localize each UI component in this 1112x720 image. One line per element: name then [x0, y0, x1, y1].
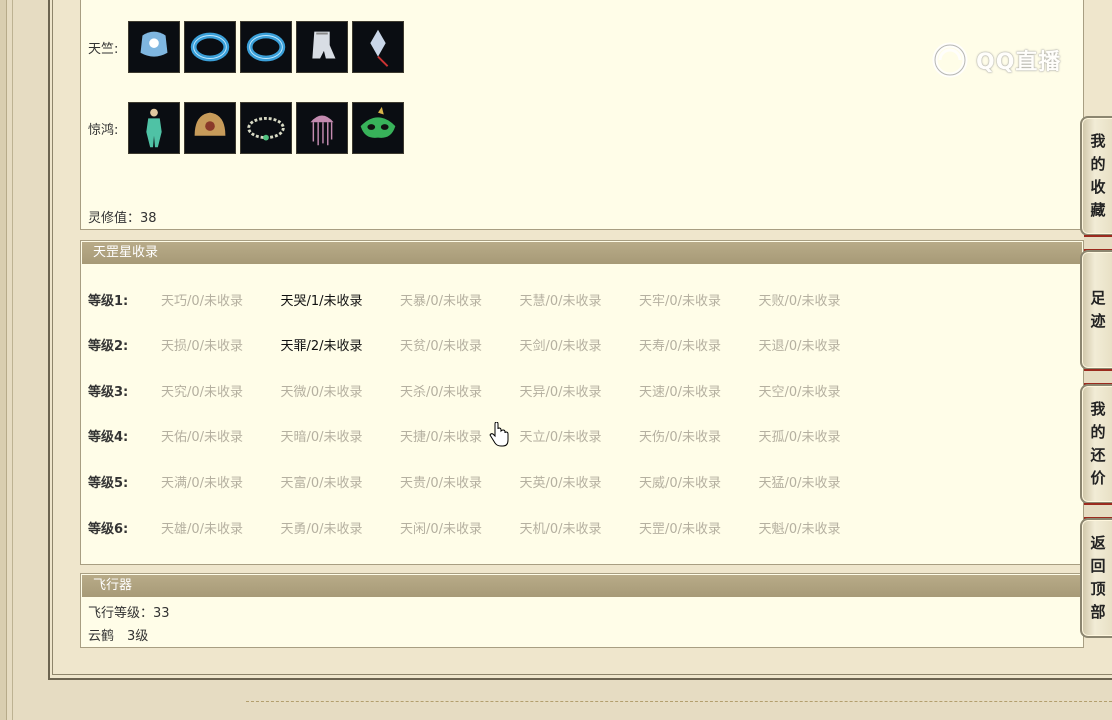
star-entry: 天孤/0/未收录	[758, 430, 841, 446]
side-button-char: 我	[1090, 400, 1106, 418]
side-separator	[1084, 503, 1112, 519]
footprint-button[interactable]: 足迹	[1080, 250, 1112, 370]
qq-live-logo-icon	[932, 42, 968, 78]
side-button-char: 顶	[1090, 580, 1106, 598]
pendant-icon[interactable]	[352, 21, 404, 73]
bracelet-icon[interactable]	[184, 21, 236, 73]
figure-icon[interactable]	[128, 102, 180, 154]
side-button-char: 的	[1090, 423, 1106, 441]
page-left-rule	[12, 0, 13, 720]
grade-row: 等级6: 天雄/0/未收录 天勇/0/未收录 天闲/0/未收录 天机/0/未收录 天罡/0…	[88, 517, 878, 537]
star-entry: 天剑/0/未收录	[519, 339, 602, 355]
star-entry: 天勇/0/未收录	[280, 521, 363, 537]
side-button-char: 返	[1090, 534, 1106, 552]
equipment-row-label: 天竺:	[88, 41, 119, 57]
side-button-char: 的	[1090, 155, 1106, 173]
star-entry: 天杀/0/未收录	[400, 384, 483, 400]
glove-icon[interactable]	[296, 21, 348, 73]
star-entry: 天闲/0/未收录	[400, 521, 483, 537]
star-entry: 天雄/0/未收录	[161, 521, 244, 537]
favorites-button[interactable]: 我的收藏	[1080, 116, 1112, 236]
side-button-char: 我	[1090, 132, 1106, 150]
star-entry: 天立/0/未收录	[519, 430, 602, 446]
side-button-char: 迹	[1090, 312, 1106, 330]
star-entry: 天伤/0/未收录	[639, 430, 722, 446]
star-entry: 天罡/0/未收录	[639, 521, 722, 537]
star-entry: 天损/0/未收录	[161, 339, 244, 355]
flyer-header: 飞行器	[82, 575, 1082, 597]
equipment-panel: 天竺: 惊鸿: 灵修值：38	[80, 0, 1084, 230]
star-entry: 天空/0/未收录	[758, 384, 841, 400]
side-separator	[1084, 235, 1112, 251]
equipment-row: 惊鸿:	[88, 102, 404, 154]
jellyfish-icon[interactable]	[296, 102, 348, 154]
grade-row: 等级3: 天究/0/未收录 天微/0/未收录 天杀/0/未收录 天异/0/未收录 天速/0…	[88, 380, 878, 400]
live-watermark: QQ直播	[930, 40, 1061, 80]
side-button-char: 还	[1090, 446, 1106, 464]
equipment-row: 天竺:	[88, 21, 404, 73]
grade-label: 等级1:	[88, 293, 129, 309]
side-separator	[1084, 369, 1112, 385]
star-entry: 天寿/0/未收录	[639, 339, 722, 355]
star-entry: 天慧/0/未收录	[519, 293, 602, 309]
lingxiu-label: 灵修值：	[88, 211, 141, 226]
grade-label: 等级3:	[88, 384, 129, 400]
side-button-char: 部	[1090, 603, 1106, 621]
bracelet-icon[interactable]	[240, 21, 292, 73]
page-left-border	[0, 0, 7, 720]
star-entry: 天贵/0/未收录	[400, 475, 483, 491]
star-entry: 天满/0/未收录	[161, 475, 244, 491]
my-bargain-button[interactable]: 我的还价	[1080, 384, 1112, 504]
side-button-char: 藏	[1090, 201, 1106, 219]
grade-row: 等级5: 天满/0/未收录 天富/0/未收录 天贵/0/未收录 天英/0/未收录 天威/0…	[88, 471, 878, 491]
star-entry: 天富/0/未收录	[280, 475, 363, 491]
helmet-icon[interactable]	[184, 102, 236, 154]
star-entry: 天罪/2/未收录	[280, 339, 363, 355]
star-entry: 天暴/0/未收录	[400, 293, 483, 309]
star-entry: 天机/0/未收录	[519, 521, 602, 537]
lingxiu-value: 38	[140, 211, 157, 226]
star-entry: 天威/0/未收录	[639, 475, 722, 491]
star-entry: 天异/0/未收录	[519, 384, 602, 400]
side-button-char: 足	[1090, 289, 1106, 307]
watermark-text: QQ直播	[976, 50, 1062, 75]
grade-label: 等级4:	[88, 430, 129, 446]
side-button-char: 价	[1090, 469, 1106, 487]
side-button-char: 收	[1090, 178, 1106, 196]
tiangang-panel: 天罡星收录 等级1: 天巧/0/未收录 天哭/1/未收录 天暴/0/未收录 天慧/0/未…	[80, 240, 1084, 565]
flyer-panel: 飞行器 飞行等级：33 云鹤 3级	[80, 573, 1084, 648]
flyer-mount: 云鹤 3级	[88, 629, 149, 644]
equipment-row-label: 惊鸿:	[88, 122, 119, 138]
star-entry: 天哭/1/未收录	[280, 293, 363, 309]
grade-label: 等级6:	[88, 521, 129, 537]
grade-label: 等级5:	[88, 475, 129, 491]
star-entry: 天微/0/未收录	[280, 384, 363, 400]
flyer-level: 飞行等级：33	[88, 606, 170, 621]
grade-row: 等级4: 天佑/0/未收录 天暗/0/未收录 天捷/0/未收录 天立/0/未收录 天伤/0…	[88, 426, 878, 446]
hand-cursor-icon	[489, 422, 509, 447]
footer-dotted-rule	[246, 701, 1112, 702]
grade-row: 等级1: 天巧/0/未收录 天哭/1/未收录 天暴/0/未收录 天慧/0/未收录 天牢/0…	[88, 289, 878, 309]
star-entry: 天魁/0/未收录	[758, 521, 841, 537]
back-to-top-button[interactable]: 返回顶部	[1080, 518, 1112, 638]
armor-icon[interactable]	[128, 21, 180, 73]
star-entry: 天究/0/未收录	[161, 384, 244, 400]
lingxiu-line: 灵修值：38	[88, 207, 157, 226]
star-entry: 天贫/0/未收录	[400, 339, 483, 355]
necklace-icon[interactable]	[240, 102, 292, 154]
star-entry: 天英/0/未收录	[519, 475, 602, 491]
grade-label: 等级2:	[88, 339, 129, 355]
side-button-char: 回	[1090, 557, 1106, 575]
mask-icon[interactable]	[352, 102, 404, 154]
star-entry: 天猛/0/未收录	[758, 475, 841, 491]
star-entry: 天佑/0/未收录	[161, 430, 244, 446]
star-entry: 天暗/0/未收录	[280, 430, 363, 446]
tiangang-header: 天罡星收录	[82, 242, 1082, 264]
star-entry: 天巧/0/未收录	[161, 293, 244, 309]
star-entry: 天败/0/未收录	[758, 293, 841, 309]
star-entry: 天速/0/未收录	[639, 384, 722, 400]
star-entry: 天牢/0/未收录	[639, 293, 722, 309]
grade-row: 等级2: 天损/0/未收录 天罪/2/未收录 天贫/0/未收录 天剑/0/未收录 天寿/0…	[88, 335, 878, 355]
star-entry: 天退/0/未收录	[758, 339, 841, 355]
